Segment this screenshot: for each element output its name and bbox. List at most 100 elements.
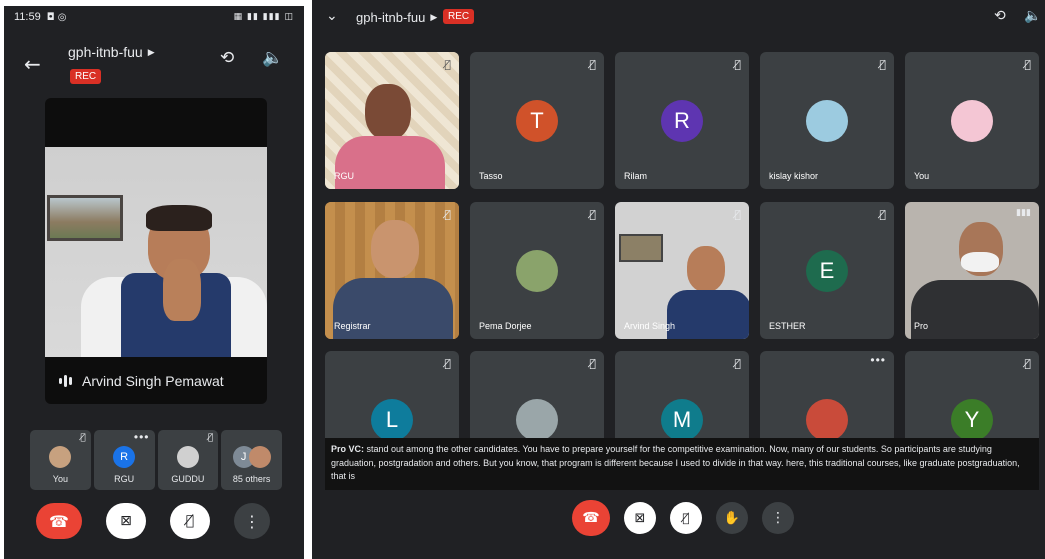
tile-esther[interactable]: 🎙̸ E ESTHER <box>760 202 894 339</box>
thumb-others[interactable]: J 85 others <box>221 430 282 490</box>
caret-right-icon: ▶ <box>430 12 438 22</box>
phone-header: ← gph-itnb-fuu ▶ REC ⟲ 🔈 <box>4 28 304 98</box>
more-options-icon[interactable]: ••• <box>870 353 886 367</box>
tile-registrar[interactable]: 🎙̸ Registrar <box>325 202 459 339</box>
tile-arvind-singh[interactable]: 🎙̸ Arvind Singh <box>615 202 749 339</box>
meeting-code: gph-itnb-fuu <box>68 44 143 60</box>
phone-controls: ☎ ⊠ 🎙̸ ⋮ <box>4 503 304 543</box>
mic-off-icon: 🎙̸ <box>879 208 886 221</box>
thumb-you[interactable]: 🎙̸ You <box>30 430 91 490</box>
speaker-icon[interactable]: 🔈 <box>1024 8 1041 24</box>
avatar: L <box>371 399 413 441</box>
participant-jacket <box>911 280 1039 339</box>
more-options-button[interactable]: ⋮ <box>762 502 794 534</box>
avatar <box>806 100 848 142</box>
speaker-name-bar: Arvind Singh Pemawat <box>45 358 267 404</box>
mic-off-icon: 🎙̸ <box>80 433 86 443</box>
speaking-indicator-icon: ▮▮▮ <box>1016 208 1031 218</box>
more-options-icon[interactable]: ••• <box>134 430 150 444</box>
participant-name: Tasso <box>479 171 503 181</box>
more-vert-icon: ⋮ <box>244 511 260 531</box>
camera-toggle-button[interactable]: ⊠ <box>106 503 146 539</box>
participant-name: You <box>914 171 930 181</box>
avatar <box>951 100 993 142</box>
avatar <box>516 399 558 441</box>
mic-off-icon: 🎙̸ <box>734 58 741 71</box>
end-call-button[interactable]: ☎ <box>572 500 610 536</box>
mic-off-icon: 🎙̸ <box>444 208 451 221</box>
thumb-rgu[interactable]: ••• R RGU <box>93 430 155 490</box>
avatar <box>806 399 848 441</box>
tile-rilam[interactable]: 🎙̸ R Rilam <box>615 52 749 189</box>
switch-camera-icon[interactable]: ⟲ <box>994 8 1006 24</box>
participant-name: Pema Dorjee <box>479 321 532 331</box>
camera-toggle-button[interactable]: ⊠ <box>624 502 656 534</box>
tile-you[interactable]: 🎙̸ You <box>905 52 1039 189</box>
speaker-video <box>45 147 267 357</box>
speaking-indicator-icon <box>59 375 72 387</box>
mic-toggle-button[interactable]: 🎙̸ <box>170 503 210 539</box>
avatar: M <box>661 399 703 441</box>
tile-tasso[interactable]: 🎙̸ T Tasso <box>470 52 604 189</box>
tile-kislay-kishor[interactable]: 🎙̸ kislay kishor <box>760 52 894 189</box>
avatar <box>248 446 271 468</box>
participant-name: kislay kishor <box>769 171 819 181</box>
meet-controls: ☎ ⊠ 🎙̸ ✋ ⋮ <box>312 500 1045 540</box>
tile-pro[interactable]: ▮▮▮ Pro <box>905 202 1039 339</box>
wall-painting <box>47 195 123 241</box>
avatar <box>516 250 558 292</box>
rec-badge: REC <box>70 69 102 84</box>
screenshot-composite: 11:59 ◘ ◎ ▦ ▮▮ ▮▮▮ ◫ ← gph-itnb-fuu ▶ REC… <box>0 0 1045 559</box>
meet-top-bar: ⌄ gph-itnb-fuu ▶ REC ⟲ 🔈 <box>312 0 1045 36</box>
raise-hand-button[interactable]: ✋ <box>716 502 748 534</box>
main-speaker-tile[interactable]: Arvind Singh Pemawat <box>45 98 267 404</box>
switch-camera-icon[interactable]: ⟲ <box>220 48 234 68</box>
avatar: R <box>113 446 136 468</box>
avatar: Y <box>951 399 993 441</box>
participant-name: Registrar <box>334 321 371 331</box>
desktop-meet-view: ⌄ gph-itnb-fuu ▶ REC ⟲ 🔈 🎙̸ RGU 🎙̸ T Tass… <box>312 0 1045 559</box>
thumb-guddu[interactable]: 🎙̸ GUDDU <box>157 430 219 490</box>
tile-pema-dorjee[interactable]: 🎙̸ Pema Dorjee <box>470 202 604 339</box>
meeting-code-button[interactable]: gph-itnb-fuu ▶ <box>356 10 437 25</box>
mic-toggle-button[interactable]: 🎙̸ <box>670 502 702 534</box>
hand-icon: ✋ <box>723 510 741 526</box>
more-vert-icon: ⋮ <box>771 510 785 526</box>
mic-off-icon: 🎙̸ <box>589 208 596 221</box>
main-speaker-name: Arvind Singh Pemawat <box>82 373 224 389</box>
participant-name: Pro <box>914 321 929 331</box>
live-caption-box: Pro VC: stand out among the other candid… <box>325 438 1039 490</box>
participant-clothing <box>335 136 445 189</box>
tile-rgu[interactable]: 🎙̸ RGU <box>325 52 459 189</box>
mic-off-icon: 🎙̸ <box>682 511 690 525</box>
participant-name: Rilam <box>624 171 648 181</box>
meeting-code-button[interactable]: gph-itnb-fuu ▶ <box>68 44 155 60</box>
wall-painting <box>619 234 663 262</box>
camera-off-icon: ⊠ <box>120 513 132 529</box>
end-call-icon: ☎ <box>582 510 600 526</box>
status-time: 11:59 <box>14 11 41 23</box>
rec-badge: REC <box>443 9 475 24</box>
phone-meet-view: 11:59 ◘ ◎ ▦ ▮▮ ▮▮▮ ◫ ← gph-itnb-fuu ▶ REC… <box>4 6 304 559</box>
participant-name: RGU <box>334 171 354 181</box>
camera-off-icon: ⊠ <box>634 510 646 526</box>
caption-speaker: Pro VC: <box>331 444 365 454</box>
caption-text: stand out among the other candidates. Yo… <box>331 444 1020 481</box>
signal-battery-icons: ▦ ▮▮ ▮▮▮ ◫ <box>233 12 294 22</box>
avatar: E <box>806 250 848 292</box>
mic-off-icon: 🎙̸ <box>444 357 451 370</box>
mic-off-icon: 🎙̸ <box>207 433 214 443</box>
back-arrow-icon[interactable]: ← <box>24 52 41 76</box>
caret-right-icon: ▶ <box>147 47 155 57</box>
mic-off-icon: 🎙̸ <box>734 357 741 370</box>
avatar <box>49 446 72 468</box>
thumb-label: You <box>52 474 68 484</box>
participant-strip: 🎙̸ You ••• R RGU 🎙̸ GUDDU J 85 others <box>30 430 282 490</box>
speaker-hands <box>163 259 201 321</box>
more-options-button[interactable]: ⋮ <box>234 503 270 539</box>
end-call-button[interactable]: ☎ <box>36 503 82 539</box>
mic-off-icon: 🎙̸ <box>185 513 195 529</box>
thumb-label: RGU <box>114 474 135 484</box>
speaker-icon[interactable]: 🔈 <box>262 48 283 68</box>
chevron-down-icon[interactable]: ⌄ <box>326 8 338 24</box>
